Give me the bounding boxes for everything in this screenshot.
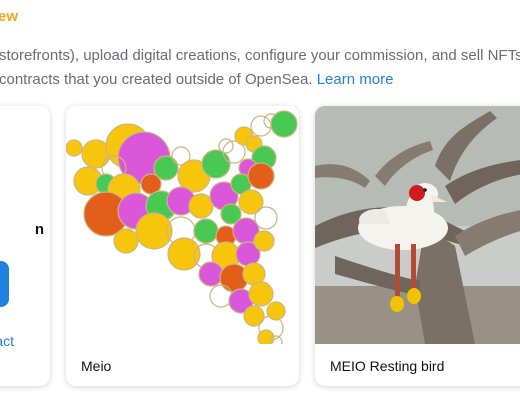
meio-thumbnail [66,106,299,344]
create-card-link[interactable]: act [0,333,14,349]
create-collection-card[interactable]: n act [0,106,50,386]
page-heading: ew [0,8,19,25]
generative-circles-art [66,106,299,344]
description: storefronts), upload digital creations, … [0,44,520,92]
collection-card-meio[interactable]: Meio [66,106,299,386]
create-card-title: n [34,221,44,238]
collection-card-bird[interactable]: MEIO Resting bird [315,106,520,386]
description-line-1: storefronts), upload digital creations, … [0,47,520,64]
description-line-2: contracts that you created outside of Op… [0,68,520,92]
bird-card-title: MEIO Resting bird [330,358,445,374]
bird-thumbnail [315,106,520,344]
white-bird-plush-photo [315,106,520,344]
meio-card-title: Meio [81,358,112,374]
description-line-2-text: contracts that you created outside of Op… [0,71,313,88]
learn-more-link[interactable]: Learn more [317,71,394,88]
create-button[interactable] [0,261,9,307]
